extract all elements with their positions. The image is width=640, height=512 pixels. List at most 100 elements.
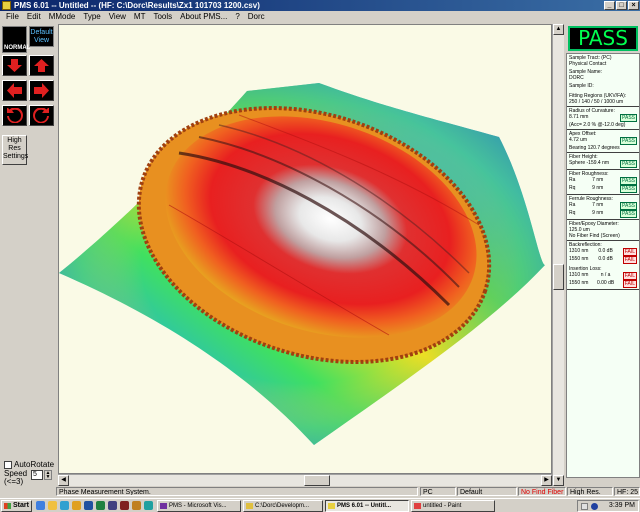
apex-value: 4.72 um: [569, 137, 588, 143]
windows-logo-icon: [4, 503, 11, 509]
horizontal-scroll-thumb[interactable]: [304, 475, 330, 486]
vertical-scroll-thumb[interactable]: [553, 264, 564, 290]
view-toolbar: NORMAL Default View High Res Settings: [0, 24, 57, 484]
radius-value: 8.71 mm: [569, 114, 589, 120]
terminal-icon[interactable]: [108, 501, 117, 510]
task-explorer-folder[interactable]: C:\Dorc\Developm...: [243, 500, 323, 512]
start-button[interactable]: Start: [1, 500, 32, 512]
pass-fail-banner: PASS: [568, 26, 638, 51]
folder-icon[interactable]: [72, 501, 81, 510]
arrow-up-icon: [34, 59, 49, 72]
menu-mt[interactable]: MT: [130, 12, 150, 21]
spin-cw-button[interactable]: [29, 105, 54, 126]
row-status: PASS: [620, 177, 637, 185]
row-value: 7 nm: [592, 177, 604, 183]
taskbar: Start PMS - Microsoft Vis... C:\Dorc\Dev…: [0, 498, 640, 512]
task-pms[interactable]: PMS 6.01 -- Untitl...: [325, 500, 409, 512]
task-label: PMS 6.01 -- Untitl...: [337, 503, 392, 509]
menu-type[interactable]: Type: [79, 12, 104, 21]
visual-studio-icon: [160, 503, 167, 509]
speed-label: Speed (<=3): [4, 469, 28, 486]
paint-quick-icon[interactable]: [120, 501, 129, 510]
close-button[interactable]: ×: [628, 1, 639, 10]
fiber-height-section: Fiber Height: Sphere -159.4 nm PASS: [567, 153, 639, 170]
outlook-icon[interactable]: [48, 501, 57, 510]
media-icon[interactable]: [144, 501, 153, 510]
result-row: 1310 nm n / a FAIL: [569, 272, 637, 280]
row-key: Rq: [569, 185, 576, 191]
normal-label: NORMAL: [4, 45, 31, 51]
menu-dorc[interactable]: Dorc: [244, 12, 269, 21]
vertical-scrollbar[interactable]: ▲ ▼: [552, 24, 564, 486]
task-label: C:\Dorc\Developm...: [255, 503, 310, 509]
rotate-up-button[interactable]: [29, 55, 54, 76]
row-key: 1550 nm: [569, 280, 589, 286]
auto-rotate-label: AutoRotate: [14, 460, 55, 469]
word-icon[interactable]: [84, 501, 93, 510]
status-resolution: High Res.: [567, 487, 613, 496]
menu-bar: File Edit MMode Type View MT Tools About…: [0, 11, 640, 22]
minimize-button[interactable]: _: [604, 1, 615, 10]
loss-section: Backreflection: 1310 nm 0.0 dB FAIL 1550 n…: [567, 241, 639, 290]
excel-icon[interactable]: [96, 501, 105, 510]
surface-3d-view[interactable]: [58, 24, 552, 474]
normal-view-button[interactable]: NORMAL: [2, 26, 31, 53]
apex-section: Apex Offset: 4.72 um PASS Bearing 120.7 d…: [567, 130, 639, 153]
speed-spinner[interactable]: ▲ ▼: [44, 470, 52, 480]
row-key: Ra: [569, 177, 576, 183]
horizontal-scrollbar[interactable]: ◀ ▶: [58, 474, 552, 486]
menu-file[interactable]: File: [2, 12, 23, 21]
task-paint[interactable]: untitled - Paint: [411, 500, 495, 512]
row-value: n / a: [600, 272, 611, 278]
start-label: Start: [13, 502, 29, 509]
app-quick-icon[interactable]: [132, 501, 141, 510]
row-value: 0.0 dB: [598, 256, 613, 262]
fiber-height-value: Sphere -159.4 nm: [569, 160, 610, 166]
menu-edit[interactable]: Edit: [23, 12, 45, 21]
maximize-button[interactable]: □: [616, 1, 627, 10]
arrow-left-icon: [7, 83, 22, 98]
auto-rotate-control[interactable]: AutoRotate: [4, 460, 54, 469]
result-row: 1310 nm 0.0 dB FAIL: [569, 248, 637, 256]
row-status: FAIL: [622, 280, 637, 288]
high-res-settings-button[interactable]: High Res Settings: [2, 135, 28, 165]
row-status: FAIL: [622, 272, 637, 280]
rotate-left-button[interactable]: [2, 80, 27, 101]
result-row: Rq 9 nm PASS: [569, 210, 637, 218]
scroll-left-button[interactable]: ◀: [58, 475, 69, 486]
results-list: Sample Tract: (PC) Physical Contact Samp…: [566, 53, 640, 478]
radius-note: (Acc= 2.0 % @-12.0 deg): [569, 122, 626, 128]
default-view-button[interactable]: Default View: [29, 26, 54, 47]
clock[interactable]: 3:39 PM: [609, 501, 635, 511]
row-value: 9 nm: [592, 185, 604, 191]
speed-control: Speed (<=3) 5 ▲ ▼: [4, 469, 52, 486]
row-status: PASS: [620, 185, 637, 193]
spin-ccw-button[interactable]: [2, 105, 27, 126]
arrow-down-icon: [7, 59, 22, 72]
row-key: 1550 nm: [569, 256, 589, 262]
row-value: 9 nm: [592, 210, 604, 216]
menu-mmode[interactable]: MMode: [45, 12, 80, 21]
rotate-cw-icon: [33, 108, 49, 123]
task-label: untitled - Paint: [423, 503, 462, 509]
status-message: Phase Measurement System.: [56, 487, 418, 496]
scroll-right-button[interactable]: ▶: [541, 475, 552, 486]
network-icon[interactable]: [581, 503, 588, 510]
ferrule-roughness-section: Ferrule Roughness: Ra 7 nm PASS Rq 9 nm PASS: [567, 195, 639, 220]
rotate-down-button[interactable]: [2, 55, 27, 76]
task-visual-studio[interactable]: PMS - Microsoft Vis...: [157, 500, 241, 512]
row-value: 7 nm: [592, 202, 604, 208]
menu-view[interactable]: View: [105, 12, 130, 21]
speed-input[interactable]: 5: [31, 470, 43, 480]
scroll-down-button[interactable]: ▼: [553, 475, 564, 486]
explorer-icon[interactable]: [60, 501, 69, 510]
menu-help[interactable]: ?: [231, 12, 243, 21]
result-row: Ra 7 nm PASS: [569, 177, 637, 185]
rotate-right-button[interactable]: [29, 80, 54, 101]
menu-tools[interactable]: Tools: [149, 12, 176, 21]
scroll-up-button[interactable]: ▲: [553, 24, 564, 35]
menu-about[interactable]: About PMS...: [176, 12, 231, 21]
volume-icon[interactable]: [591, 503, 598, 510]
ie-icon[interactable]: [36, 501, 45, 510]
auto-rotate-checkbox[interactable]: [4, 460, 12, 469]
